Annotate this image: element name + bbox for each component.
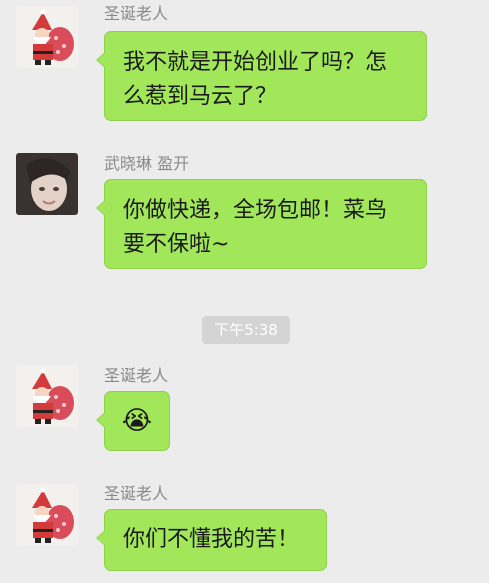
santa-avatar[interactable] <box>16 484 78 546</box>
message-bubble[interactable]: 你们不懂我的苦！ <box>96 509 327 571</box>
message-bubble[interactable]: 你做快递，全场包邮！菜鸟 要不保啦~ <box>96 179 427 269</box>
message-text: 你们不懂我的苦！ <box>123 527 300 552</box>
message-text: 要不保啦~ <box>123 232 230 257</box>
sender-name: 圣诞老人 <box>104 484 169 503</box>
santa-avatar[interactable] <box>16 365 78 427</box>
message-bubble[interactable]: 😭 <box>96 391 170 451</box>
girl-photo-avatar[interactable] <box>16 153 78 215</box>
santa-avatar[interactable] <box>16 6 78 68</box>
message-bubble[interactable]: 我不就是开始创业了吗？怎 么惹到马云了？ <box>96 31 427 121</box>
sender-name: 武晓琳 盈开 <box>104 154 190 173</box>
message-text: 你做快递，全场包邮！菜鸟 <box>123 198 388 223</box>
sender-name: 圣诞老人 <box>104 366 169 385</box>
sender-name: 圣诞老人 <box>104 4 169 23</box>
crying-face-icon: 😭 <box>121 406 153 436</box>
message-text: 我不就是开始创业了吗？怎 <box>123 50 388 75</box>
timestamp: 下午5:38 <box>202 316 290 344</box>
message-text: 么惹到马云了？ <box>123 84 278 109</box>
